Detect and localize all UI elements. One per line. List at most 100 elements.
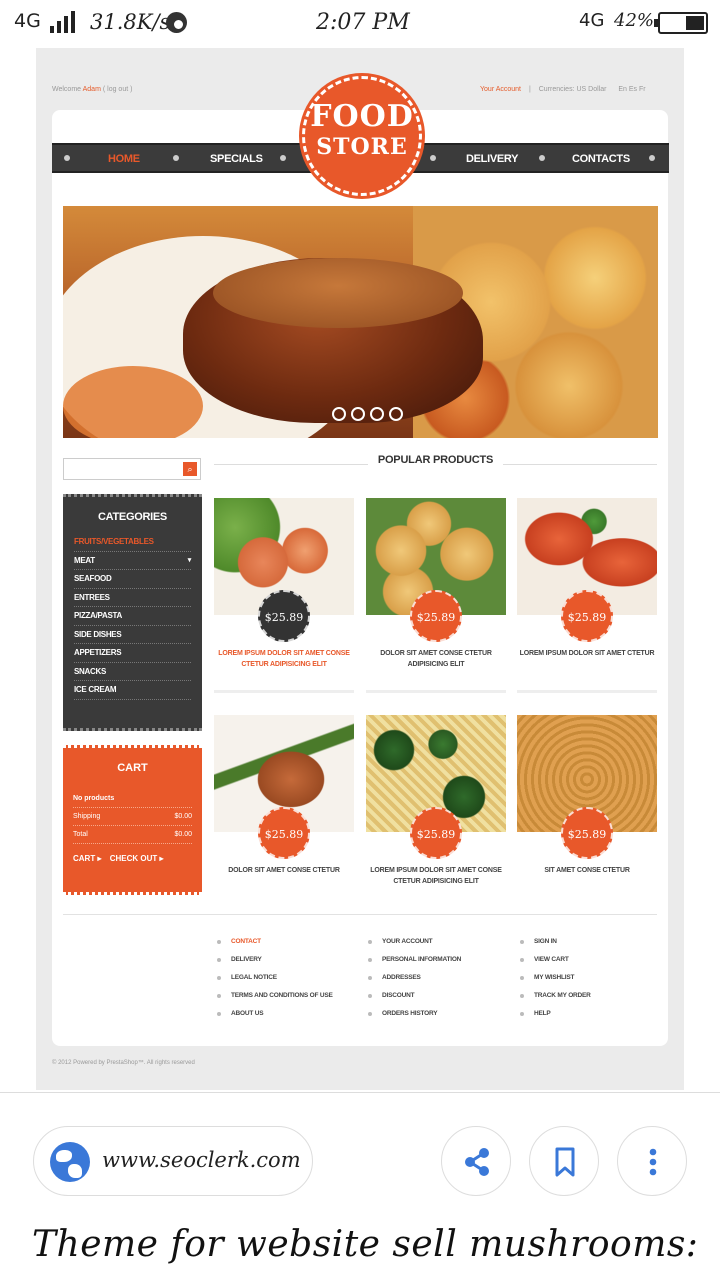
nav-contacts[interactable]: CONTACTS xyxy=(572,153,630,165)
slider-dot[interactable] xyxy=(332,407,346,421)
category-item[interactable]: PIZZA/PASTA xyxy=(74,607,191,626)
product-price: $25.89 xyxy=(561,590,613,642)
screen: { "status_bar": { "network_left": "4G", … xyxy=(0,0,720,1280)
cart-total-row: Total $0.00 xyxy=(73,826,192,844)
cart-empty-text: No products xyxy=(73,795,115,802)
nav-dot xyxy=(64,155,70,161)
battery-percent: 42% xyxy=(614,10,655,31)
welcome-text: Welcome xyxy=(52,86,82,93)
slider-dot[interactable] xyxy=(389,407,403,421)
language-select[interactable]: En Es Fr xyxy=(618,86,645,93)
product-price: $25.89 xyxy=(410,807,462,859)
product-name[interactable]: DOLOR SIT AMET CONSE CTETUR xyxy=(210,865,358,876)
nav-dot xyxy=(280,155,286,161)
cart-shipping-row: Shipping $0.00 xyxy=(73,808,192,826)
nav-specials[interactable]: SPECIALS xyxy=(210,153,263,165)
search-button[interactable]: ⌕ xyxy=(183,462,197,476)
categories-title: CATEGORIES xyxy=(98,511,167,523)
nav-dot xyxy=(539,155,545,161)
categories-panel: CATEGORIES FRUITS/VEGETABLES MEAT ▾ SEAFO… xyxy=(63,494,202,731)
product-name[interactable]: SIT AMET CONSE CTETUR xyxy=(513,865,661,876)
nav-delivery[interactable]: DELIVERY xyxy=(466,153,519,165)
slider-dot[interactable] xyxy=(370,407,384,421)
caret-down-icon: ▾ xyxy=(187,556,192,564)
footer-link[interactable]: ADDRESSES xyxy=(368,969,461,987)
banner-sauce xyxy=(213,258,463,328)
clock: 2:07 PM xyxy=(316,10,410,35)
product-divider xyxy=(366,690,506,693)
section-divider xyxy=(0,1092,720,1093)
footer-link[interactable]: CONTACT xyxy=(217,933,333,951)
categories-list: FRUITS/VEGETABLES MEAT ▾ SEAFOOD ENTREES … xyxy=(63,533,202,700)
cart-link[interactable]: CART xyxy=(73,854,95,863)
product-name[interactable]: DOLOR SIT AMET CONSE CTETUR ADIPISICING … xyxy=(362,648,510,670)
footer-link[interactable]: LEGAL NOTICE xyxy=(217,969,333,987)
product-card[interactable]: $25.89 LOREM IPSUM DOLOR SIT AMET CONSE … xyxy=(366,715,506,885)
footer-link[interactable]: SIGN IN xyxy=(520,933,591,951)
product-name[interactable]: LOREM IPSUM DOLOR SIT AMET CONSE CTETUR … xyxy=(362,865,510,887)
footer-link[interactable]: YOUR ACCOUNT xyxy=(368,933,461,951)
image-caption[interactable]: Theme for website sell mushrooms: xyxy=(32,1224,698,1265)
footer-link[interactable]: MY WISHLIST xyxy=(520,969,591,987)
search-icon: ⌕ xyxy=(187,464,193,474)
cart-total-label: Total xyxy=(73,831,88,838)
footer-link[interactable]: PERSONAL INFORMATION xyxy=(368,951,461,969)
category-item[interactable]: SEAFOOD xyxy=(74,570,191,589)
footer-link[interactable]: DELIVERY xyxy=(217,951,333,969)
site-logo[interactable]: FOOD STORE xyxy=(302,76,422,196)
product-price: $25.89 xyxy=(410,590,462,642)
checkout-link[interactable]: CHECK OUT xyxy=(110,854,158,863)
footer-column-account: YOUR ACCOUNT PERSONAL INFORMATION ADDRES… xyxy=(368,933,461,1023)
share-button[interactable] xyxy=(441,1126,511,1196)
product-price: $25.89 xyxy=(258,590,310,642)
footer-link[interactable]: ORDERS HISTORY xyxy=(368,1005,461,1023)
globe-icon xyxy=(50,1142,90,1182)
footer-divider xyxy=(63,914,657,915)
website-preview[interactable]: Welcome Adam ( log out ) Your Account | … xyxy=(36,48,684,1090)
product-card[interactable]: $25.89 DOLOR SIT AMET CONSE CTETUR xyxy=(214,715,354,874)
logout-link[interactable]: ( log out ) xyxy=(103,86,133,93)
your-account-link[interactable]: Your Account xyxy=(480,86,521,93)
product-price: $25.89 xyxy=(561,807,613,859)
product-divider xyxy=(517,690,657,693)
product-card[interactable]: $25.89 SIT AMET CONSE CTETUR xyxy=(517,715,657,874)
share-icon xyxy=(465,1148,489,1176)
nav-dot xyxy=(173,155,179,161)
chrome-icon xyxy=(166,12,187,33)
search-input[interactable] xyxy=(63,458,201,480)
slider-dot[interactable] xyxy=(351,407,365,421)
hero-banner[interactable] xyxy=(63,206,658,438)
product-card[interactable]: $25.89 DOLOR SIT AMET CONSE CTETUR ADIPI… xyxy=(366,498,506,693)
footer-link[interactable]: ABOUT US xyxy=(217,1005,333,1023)
category-item[interactable]: FRUITS/VEGETABLES xyxy=(74,533,191,552)
footer-link[interactable]: TERMS AND CONDITIONS OF USE xyxy=(217,987,333,1005)
category-item[interactable]: ICE CREAM xyxy=(74,681,191,700)
cart-panel: CART No products Shipping $0.00 Total $0.0… xyxy=(63,745,202,895)
source-url-chip[interactable]: www.seoclerk.com xyxy=(33,1126,313,1196)
product-name[interactable]: LOREM IPSUM DOLOR SIT AMET CONSE CTETUR … xyxy=(210,648,358,670)
category-item[interactable]: MEAT ▾ xyxy=(74,552,192,570)
product-card[interactable]: $25.89 LOREM IPSUM DOLOR SIT AMET CTETUR xyxy=(517,498,657,693)
cart-shipping-label: Shipping xyxy=(73,813,101,820)
footer-link[interactable]: TRACK MY ORDER xyxy=(520,987,591,1005)
product-card[interactable]: $25.89 LOREM IPSUM DOLOR SIT AMET CONSE … xyxy=(214,498,354,693)
network-type-right: 4G xyxy=(579,10,605,31)
category-item[interactable]: SNACKS xyxy=(74,663,191,681)
network-type-left: 4G xyxy=(14,10,41,32)
currency-select[interactable]: Currencies: US Dollar xyxy=(539,86,607,93)
category-item[interactable]: ENTREES xyxy=(74,589,191,607)
product-name[interactable]: LOREM IPSUM DOLOR SIT AMET CTETUR xyxy=(513,648,661,659)
category-item[interactable]: SIDE DISHES xyxy=(74,626,191,644)
cart-shipping-value: $0.00 xyxy=(174,813,192,820)
more-options-button[interactable] xyxy=(617,1126,687,1196)
bookmark-button[interactable] xyxy=(529,1126,599,1196)
logo-line-2: STORE xyxy=(316,134,408,160)
nav-home[interactable]: HOME xyxy=(108,153,140,165)
footer-link[interactable]: VIEW CART xyxy=(520,951,591,969)
footer-link[interactable]: HELP xyxy=(520,1005,591,1023)
footer-link[interactable]: DISCOUNT xyxy=(368,987,461,1005)
category-item[interactable]: APPETIZERS xyxy=(74,644,191,663)
network-speed: 31.8K/s xyxy=(90,10,171,34)
cart-links: CART ▸ CHECK OUT ▸ xyxy=(73,854,164,863)
battery-level xyxy=(686,16,704,30)
